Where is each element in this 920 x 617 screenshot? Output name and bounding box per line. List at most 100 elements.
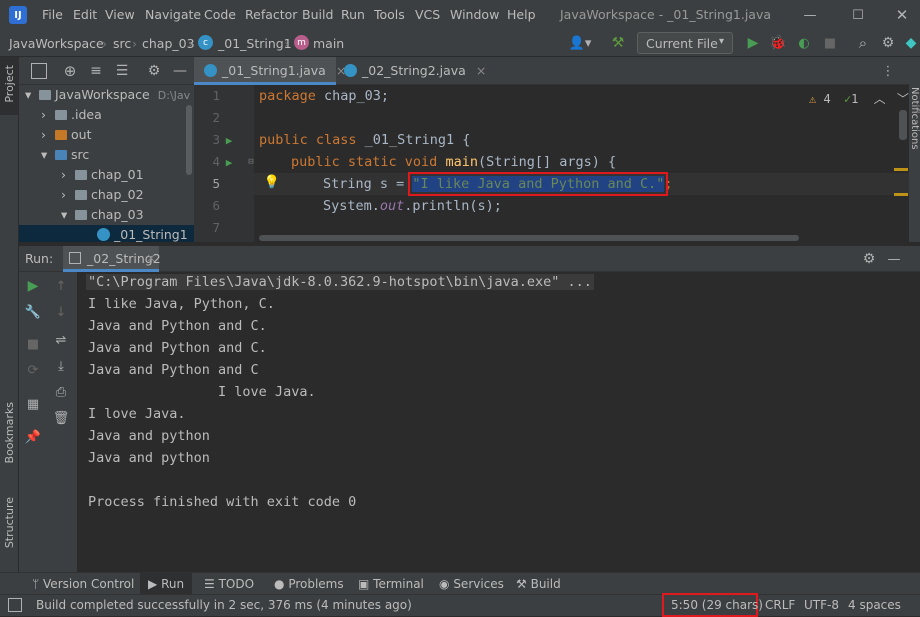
indent-setting[interactable]: 4 spaces	[848, 598, 901, 612]
close-icon[interactable]: ✕	[892, 5, 912, 25]
class-icon	[204, 64, 217, 77]
tab-terminal[interactable]: ▣ Terminal	[358, 577, 424, 591]
chevron-up-icon[interactable]: ︿	[874, 92, 886, 106]
menu-code[interactable]: Code	[204, 7, 236, 22]
lightbulb-icon[interactable]: 💡	[264, 173, 280, 191]
warning-icon: ⚠	[809, 92, 817, 106]
tree-item-chap03[interactable]: ▾ chap_03	[61, 205, 144, 225]
tree-item-chap01[interactable]: › chap_01	[61, 165, 144, 185]
chevron-down-icon[interactable]: ﹀	[897, 92, 909, 106]
run-tab[interactable]: _02_String2	[63, 246, 161, 272]
warning-marker[interactable]	[894, 193, 908, 196]
class-icon	[344, 64, 357, 77]
editor-scrollbar[interactable]	[899, 110, 907, 140]
collapse-all-icon[interactable]: ☰	[113, 62, 131, 80]
tab-version-control[interactable]: ᛘ Version Control	[32, 577, 134, 591]
menu-tools[interactable]: Tools	[374, 7, 405, 22]
menu-edit[interactable]: Edit	[73, 7, 97, 22]
menu-refactor[interactable]: Refactor	[245, 7, 297, 22]
project-tree: ▾ JavaWorkspace D:\Jav › .idea › out ▾ src ›…	[19, 85, 194, 242]
tree-item-out[interactable]: › out	[41, 125, 91, 145]
tab-options-icon[interactable]: ⋮	[879, 62, 897, 80]
caret-position[interactable]: 5:50 (29 chars)	[671, 598, 763, 612]
tree-item-01-string1[interactable]: _01_String1	[19, 225, 194, 242]
run-icon[interactable]: ▶	[743, 33, 763, 53]
tree-scrollbar[interactable]	[186, 105, 192, 175]
tree-item-idea[interactable]: › .idea	[41, 105, 102, 125]
tree-item-src[interactable]: ▾ src	[41, 145, 89, 165]
panel-toggle-icon[interactable]	[8, 598, 22, 612]
expand-all-icon[interactable]: ≡	[87, 62, 105, 80]
menu-vcs[interactable]: VCS	[415, 7, 440, 22]
console-output[interactable]: "C:\Program Files\Java\jdk-8.0.362.9-hot…	[77, 272, 920, 572]
pin-icon[interactable]: 📌	[24, 428, 42, 446]
settings-gear-icon[interactable]: ⚙	[878, 33, 898, 53]
hide-panel-icon[interactable]: —	[171, 62, 189, 80]
file-encoding[interactable]: UTF-8	[804, 598, 839, 612]
structure-tool-label[interactable]: Structure	[3, 497, 16, 548]
run-gutter-icon[interactable]: ▶	[222, 155, 236, 169]
tree-item-chap02[interactable]: › chap_02	[61, 185, 144, 205]
close-run-tab-icon[interactable]: ×	[146, 251, 156, 265]
breadcrumb-method[interactable]: main	[313, 36, 344, 51]
rerun-icon[interactable]: ▶	[24, 277, 42, 295]
scroll-down-icon[interactable]: ↓	[52, 303, 70, 321]
menu-view[interactable]: View	[105, 7, 135, 22]
breadcrumb-project[interactable]: JavaWorkspace	[9, 36, 104, 51]
hide-run-panel-icon[interactable]: —	[885, 250, 903, 268]
line-separator[interactable]: CRLF	[765, 598, 795, 612]
minimize-icon[interactable]: —	[800, 5, 820, 25]
menu-navigate[interactable]: Navigate	[145, 7, 201, 22]
tab-problems[interactable]: ● Problems	[274, 577, 344, 591]
tab-todo[interactable]: ☰ TODO	[204, 577, 254, 591]
warning-marker[interactable]	[894, 168, 908, 171]
horizontal-scrollbar[interactable]	[259, 235, 799, 241]
locate-target-icon[interactable]: ⊕	[61, 62, 79, 80]
menu-file[interactable]: File	[42, 7, 63, 22]
jetbrains-icon[interactable]: ◆	[902, 33, 920, 53]
menu-help[interactable]: Help	[507, 7, 536, 22]
trash-icon[interactable]: 🗑	[52, 409, 70, 427]
run-config-select[interactable]: Current File ▾	[637, 32, 733, 54]
dump-threads-icon[interactable]: ⟳	[24, 361, 42, 379]
menu-window[interactable]: Window	[450, 7, 499, 22]
layout-icon[interactable]: ▦	[24, 395, 42, 413]
scroll-up-icon[interactable]: ↑	[52, 277, 70, 295]
debug-icon[interactable]: 🐞	[768, 33, 788, 53]
run-icon: ▶	[148, 577, 158, 591]
stop-icon[interactable]: ■	[820, 33, 840, 53]
bookmarks-tool-label[interactable]: Bookmarks	[3, 402, 16, 463]
code-editor[interactable]: package chap_03; public class _01_String…	[254, 85, 909, 242]
project-settings-gear-icon[interactable]: ⚙	[145, 62, 163, 80]
run-settings-gear-icon[interactable]: ⚙	[860, 250, 878, 268]
project-tool-tab[interactable]: Project	[0, 57, 19, 115]
close-tab-icon[interactable]: ×	[476, 63, 486, 78]
tab-build[interactable]: ⚒ Build	[516, 577, 561, 591]
tab-run[interactable]: ▶ Run	[140, 573, 193, 595]
menu-run[interactable]: Run	[341, 7, 365, 22]
tab-02-string2[interactable]: _02_String2.java ×	[340, 57, 490, 85]
menu-build[interactable]: Build	[302, 7, 333, 22]
breadcrumb-package[interactable]: chap_03	[142, 36, 195, 51]
scroll-to-end-icon[interactable]: ⤓	[52, 357, 70, 375]
search-icon[interactable]: ⌕	[853, 33, 873, 53]
coverage-icon[interactable]: ◐	[794, 33, 814, 53]
breadcrumb-class[interactable]: _01_String1	[218, 36, 292, 51]
print-icon[interactable]: ⎙	[52, 383, 70, 401]
breadcrumb-src[interactable]: src	[113, 36, 131, 51]
tab-services[interactable]: ◉ Services	[439, 577, 504, 591]
user-icon[interactable]: 👤▾	[566, 34, 594, 52]
wrench-icon[interactable]: 🔧	[24, 303, 42, 321]
stop-icon[interactable]: ■	[24, 335, 42, 353]
soft-wrap-icon[interactable]: ⇌	[52, 331, 70, 349]
maximize-icon[interactable]: ☐	[848, 5, 868, 25]
warning-count: 4	[823, 92, 831, 106]
notifications-tool-label[interactable]: Notifications	[909, 87, 920, 150]
tab-01-string1[interactable]: _01_String1.java ×	[194, 57, 346, 85]
tree-item-root[interactable]: ▾ JavaWorkspace D:\Jav	[25, 85, 190, 105]
build-hammer-icon[interactable]: ⚒	[608, 33, 628, 53]
project-view-icon[interactable]	[31, 63, 47, 79]
inspection-widget[interactable]: ⚠ 4 ✓1 ︿ ﹀	[809, 90, 909, 107]
code-token: public static void	[291, 154, 438, 170]
run-gutter-icon[interactable]: ▶	[222, 133, 236, 147]
